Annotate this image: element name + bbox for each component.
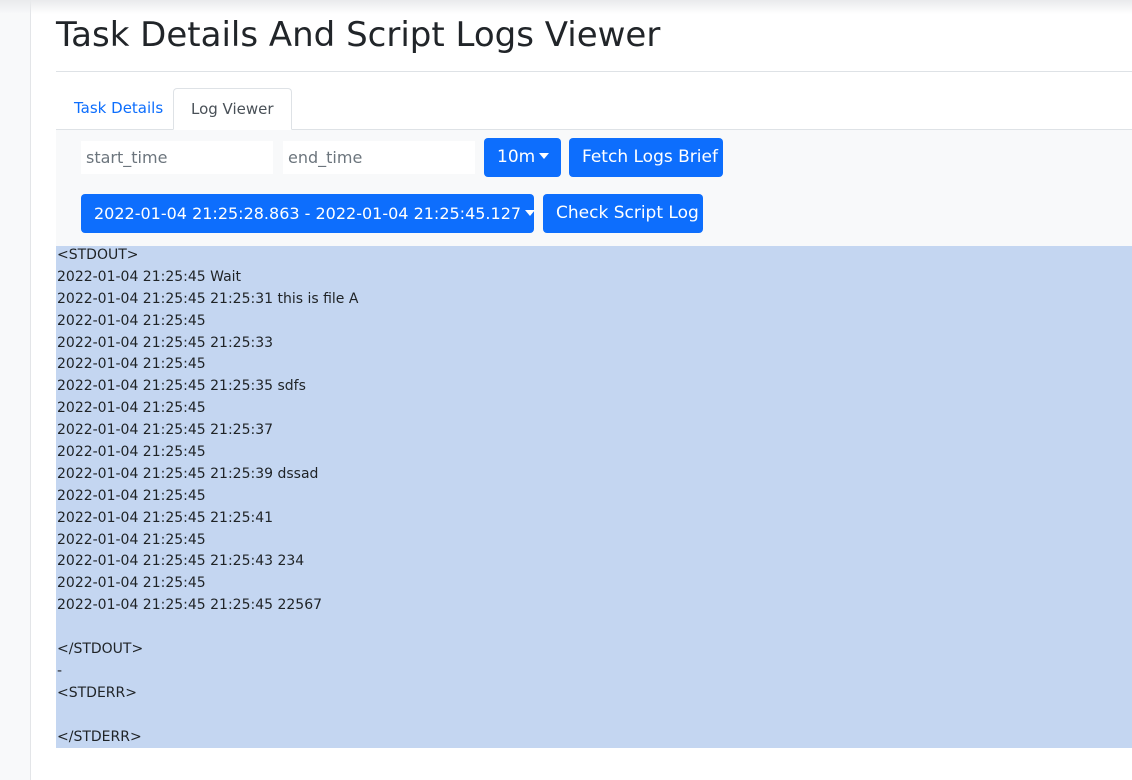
log-line: 2022-01-04 21:25:45 <box>57 487 206 504</box>
page-title: Task Details And Script Logs Viewer <box>56 15 661 55</box>
log-line: <STDERR> <box>57 684 137 701</box>
log-period-label: 2022-01-04 21:25:28.863 - 2022-01-04 21:… <box>94 204 522 223</box>
log-line: 2022-01-04 21:25:45 21:25:41 <box>57 509 274 526</box>
tab-task-details[interactable]: Task Details <box>57 88 180 129</box>
log-line: 2022-01-04 21:25:45 21:25:31 this is fil… <box>57 290 359 307</box>
start-time-input[interactable] <box>81 141 273 174</box>
log-period-dropdown[interactable]: 2022-01-04 21:25:28.863 - 2022-01-04 21:… <box>81 194 536 233</box>
time-range-label: 10m <box>497 147 536 167</box>
log-line: </STDOUT> <box>57 641 144 658</box>
log-line: 2022-01-04 21:25:45 21:25:45 22567 <box>57 597 323 614</box>
log-line: 2022-01-04 21:25:45 21:25:33 <box>57 334 274 351</box>
log-line: 2022-01-04 21:25:45 Wait <box>57 268 242 285</box>
log-line: </STDERR> <box>57 728 142 745</box>
end-time-input[interactable] <box>283 141 475 174</box>
fetch-logs-brief-button[interactable]: Fetch Logs Brief <box>569 138 723 177</box>
log-line: 2022-01-04 21:25:45 21:25:37 <box>57 422 274 439</box>
log-line: - <box>57 662 63 679</box>
log-line: 2022-01-04 21:25:45 <box>57 575 206 592</box>
script-log-output[interactable]: <STDOUT> 2022-01-04 21:25:45 Wait 2022-01-… <box>56 246 1132 748</box>
title-divider <box>56 71 1132 72</box>
log-line: 2022-01-04 21:25:45 21:25:39 dssad <box>57 465 319 482</box>
time-range-dropdown[interactable]: 10m <box>484 138 561 177</box>
log-line: 2022-01-04 21:25:45 21:25:43 234 <box>57 553 305 570</box>
top-shadow <box>0 0 1132 14</box>
log-line: 2022-01-04 21:25:45 <box>57 356 206 373</box>
tab-bar: Task Details Log Viewer <box>56 88 1132 130</box>
log-line: 2022-01-04 21:25:45 <box>57 400 206 417</box>
log-line: 2022-01-04 21:25:45 <box>57 444 206 461</box>
log-line: 2022-01-04 21:25:45 <box>57 312 206 329</box>
check-script-log-button[interactable]: Check Script Log <box>543 194 703 233</box>
caret-down-icon <box>525 210 536 216</box>
log-line: 2022-01-04 21:25:45 21:25:35 sdfs <box>57 378 306 395</box>
log-line: <STDOUT> <box>57 247 139 263</box>
caret-down-icon <box>539 153 550 159</box>
log-line: 2022-01-04 21:25:45 <box>57 531 206 548</box>
left-sidebar <box>0 0 31 780</box>
tab-log-viewer[interactable]: Log Viewer <box>173 88 292 130</box>
